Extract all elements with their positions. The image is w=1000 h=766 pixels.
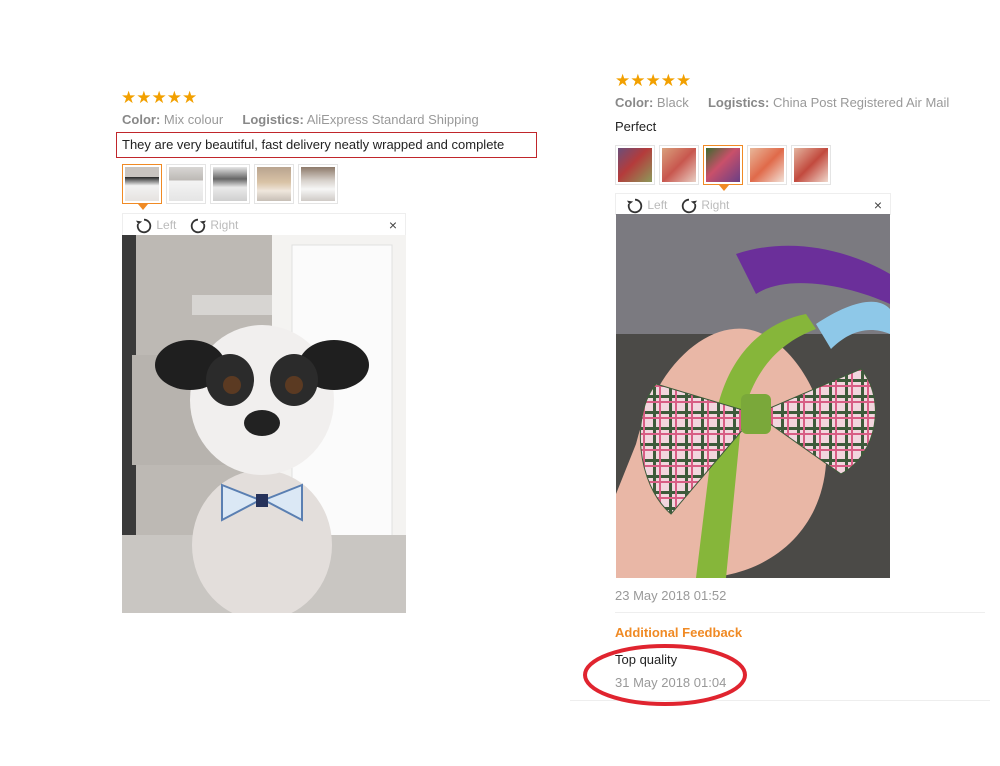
thumbnail[interactable] xyxy=(122,164,162,210)
divider xyxy=(615,612,985,613)
review-comment: They are very beautiful, fast delivery n… xyxy=(122,137,505,152)
rotate-right-icon xyxy=(190,218,207,234)
review-date: 23 May 2018 01:52 xyxy=(615,588,727,603)
thumbnail[interactable] xyxy=(659,145,699,185)
thumbnail[interactable] xyxy=(747,145,787,185)
rotate-left-button[interactable]: Left xyxy=(626,196,667,215)
review-meta: Color: Mix colour Logistics: AliExpress … xyxy=(122,111,479,129)
review-left: ★★★★★ Color: Mix colour Logistics: AliEx… xyxy=(0,0,560,766)
rotate-left-icon xyxy=(135,218,152,234)
thumbnail[interactable] xyxy=(298,164,338,204)
rotate-right-button[interactable]: Right xyxy=(680,196,729,215)
dog-photo-illustration xyxy=(122,235,406,613)
thumbnail-strip xyxy=(615,145,835,191)
review-meta: Color: Black Logistics: China Post Regis… xyxy=(615,94,949,112)
review-photo-dog xyxy=(122,235,406,613)
review-photo-bowtie xyxy=(616,214,890,578)
additional-feedback-title: Additional Feedback xyxy=(615,625,743,640)
logistics-label: Logistics: xyxy=(707,95,770,110)
image-viewer-toolbar: Left Right × xyxy=(615,193,891,215)
star-rating: ★★★★★ xyxy=(615,71,692,90)
thumbnail-strip xyxy=(122,164,342,210)
rotate-right-button[interactable]: Right xyxy=(189,216,238,235)
rotate-left-button[interactable]: Left xyxy=(135,216,176,235)
rotate-right-icon xyxy=(681,198,698,214)
close-viewer-button[interactable]: × xyxy=(874,194,882,216)
color-value: Black xyxy=(656,95,689,110)
review-right: ★★★★★ Color: Black Logistics: China Post… xyxy=(560,0,1000,766)
logistics-label: Logistics: xyxy=(242,112,304,127)
thumbnail[interactable] xyxy=(791,145,831,185)
close-viewer-button[interactable]: × xyxy=(389,214,397,236)
rotate-left-label: Left xyxy=(156,218,177,232)
thumbnail[interactable] xyxy=(210,164,250,204)
color-label: Color: xyxy=(122,112,161,127)
star-rating: ★★★★★ xyxy=(121,88,198,107)
logistics-value: China Post Registered Air Mail xyxy=(772,95,950,110)
rotate-left-label: Left xyxy=(647,198,668,212)
rotate-left-icon xyxy=(626,198,643,214)
highlight-ellipse xyxy=(583,644,747,706)
thumbnail[interactable] xyxy=(166,164,206,204)
color-value: Mix colour xyxy=(163,112,224,127)
thumbnail[interactable] xyxy=(254,164,294,204)
logistics-value: AliExpress Standard Shipping xyxy=(306,112,479,127)
thumbnail[interactable] xyxy=(703,145,743,191)
rotate-right-label: Right xyxy=(210,218,239,232)
color-label: Color: xyxy=(615,95,654,110)
bowtie-photo-illustration xyxy=(616,214,890,578)
thumbnail[interactable] xyxy=(615,145,655,185)
rotate-right-label: Right xyxy=(701,198,730,212)
image-viewer-toolbar: Left Right × xyxy=(122,213,406,235)
review-comment: Perfect xyxy=(615,119,657,134)
